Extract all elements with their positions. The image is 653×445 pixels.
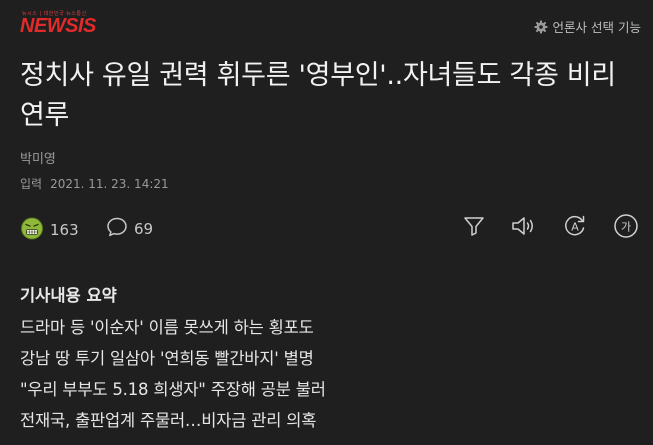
logo-wordmark: NEWSIS	[20, 15, 96, 37]
summary-list: 드라마 등 '이순자' 이름 못쓰게 하는 횡포도 강남 땅 투기 일삼아 '연…	[20, 312, 326, 436]
date-value: 2021. 11. 23. 14:21	[50, 177, 169, 191]
translate-icon: A	[562, 213, 588, 243]
translate-glyph: A	[571, 221, 579, 234]
summary-line: 강남 땅 투기 일삼아 '연희동 빨간바지' 별명	[20, 349, 314, 368]
date-label: 입력	[20, 177, 43, 191]
reaction-count: 163	[50, 221, 79, 239]
summary-line: 전재국, 출판업계 주물러…비자금 관리 의혹	[20, 411, 317, 430]
translate-button[interactable]: A	[559, 212, 591, 244]
press-select-label: 언론사 선택 기능	[552, 20, 641, 35]
gear-icon	[534, 20, 548, 34]
article-headline: 정치사 유일 권력 휘두른 '영부인'..자녀들도 각종 비리 연루	[20, 60, 616, 131]
speaker-icon	[510, 214, 536, 242]
angry-face-emoji-icon	[20, 216, 44, 244]
press-select-button[interactable]: 언론사 선택 기능	[534, 17, 641, 36]
font-size-button[interactable]: 가	[610, 212, 642, 244]
comments-button[interactable]: 69	[106, 216, 153, 242]
summary-title: 기사내용 요약	[20, 286, 117, 305]
author-name[interactable]: 박미영	[20, 148, 56, 167]
filter-icon	[462, 214, 486, 242]
reaction-button[interactable]: 163	[20, 216, 79, 244]
speech-bubble-icon	[106, 216, 128, 242]
summary-line: "우리 부부도 5.18 희생자" 주장해 공분 불러	[20, 380, 326, 399]
publish-date: 입력 2021. 11. 23. 14:21	[20, 175, 169, 192]
comment-count: 69	[134, 220, 154, 238]
newsis-logo[interactable]: 뉴시스 | 대한민국 뉴스통신 NEWSIS	[20, 10, 140, 40]
font-size-glyph: 가	[621, 221, 631, 234]
text-to-speech-button[interactable]	[507, 212, 539, 244]
summary-line: 드라마 등 '이순자' 이름 못쓰게 하는 횡포도	[20, 318, 314, 337]
font-size-icon: 가	[612, 212, 640, 244]
filter-button[interactable]	[458, 212, 490, 244]
